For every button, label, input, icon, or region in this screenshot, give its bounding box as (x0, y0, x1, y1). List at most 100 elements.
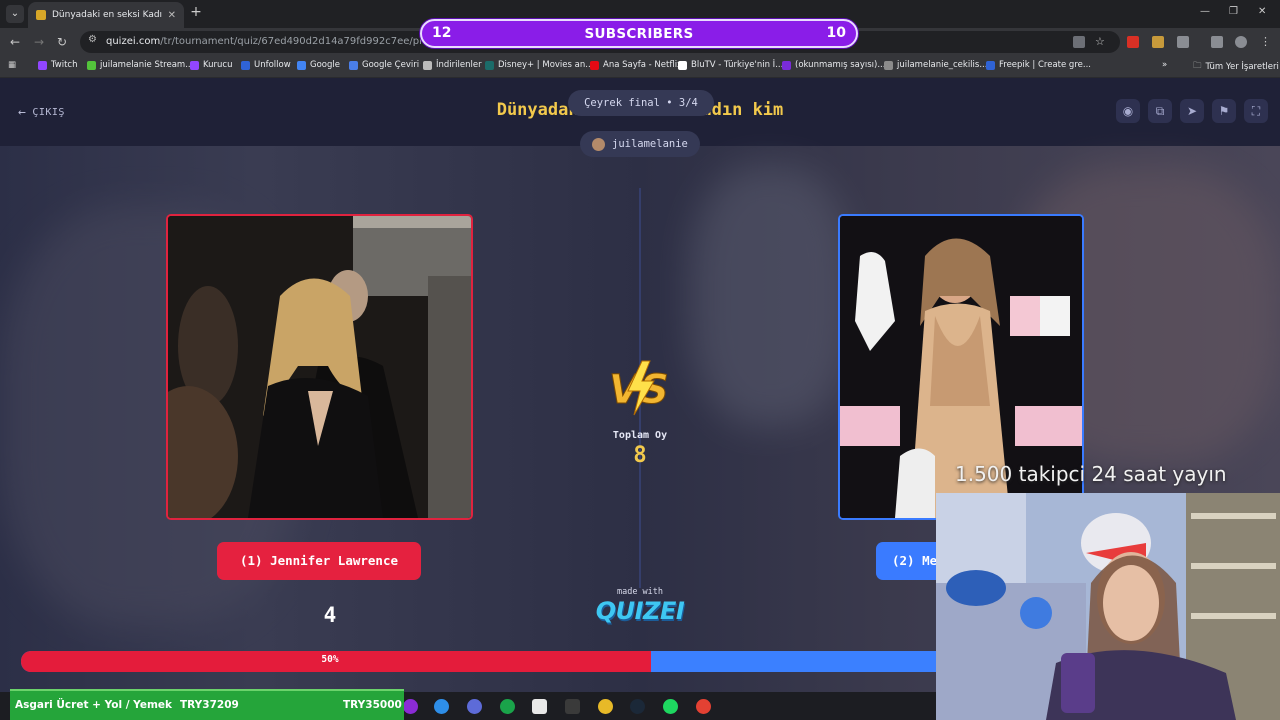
browser-menu-icon[interactable]: ⋮ (1260, 36, 1272, 48)
bookmark-item[interactable]: juilamelanie_cekilis... (884, 60, 987, 70)
back-icon[interactable]: ← (10, 35, 20, 49)
chrome-icon[interactable] (598, 699, 613, 714)
extension-download-icon[interactable] (1127, 36, 1139, 48)
fullscreen-icon[interactable]: ⛶ (1244, 99, 1268, 123)
candidate-1-votes: 4 (323, 603, 337, 627)
eye-icon[interactable]: ◉ (1116, 99, 1140, 123)
follower-goal-text: 1.500 takipci 24 saat yayın (955, 462, 1227, 486)
bookmark-item[interactable]: Freepik | Create gre... (986, 60, 1091, 70)
downloads-icon[interactable] (1211, 36, 1223, 48)
salary-ticker: Asgari Ücret + Yol / Yemek TRY37209 TRY3… (10, 689, 404, 720)
background-blur (690, 166, 850, 426)
bookmark-item[interactable]: İndirilenler (423, 60, 482, 70)
made-with-label: made with (616, 587, 664, 597)
send-icon[interactable]: ➤ (1180, 99, 1204, 123)
spotify-icon[interactable] (663, 699, 678, 714)
quizei-favicon-icon (36, 10, 46, 20)
bookmark-label: İndirilenler (436, 60, 482, 70)
extensions-puzzle-icon[interactable] (1177, 36, 1189, 48)
subscribers-target: 10 (826, 25, 846, 41)
minimize-icon[interactable]: — (1200, 6, 1210, 17)
profile-icon[interactable] (1235, 36, 1247, 48)
restore-icon[interactable]: ❐ (1229, 6, 1238, 17)
bookmark-favicon-icon (38, 60, 47, 70)
ticker-value-1: TRY37209 (180, 699, 239, 711)
bookmarks-bar: ▦ » 🗀 Tüm Yer İşaretleri Twitch juilamela… (0, 56, 1280, 78)
taskbar-app-icon[interactable] (403, 699, 418, 714)
bookmark-item[interactable]: BluTV - Türkiye'nin İ... (678, 60, 783, 70)
copy-icon[interactable]: ⧉ (1148, 99, 1172, 123)
bookmarks-overflow-icon[interactable]: » (1162, 60, 1167, 70)
bookmark-label: juilamelanie Stream... (100, 60, 194, 70)
bookmark-label: juilamelanie_cekilis... (897, 60, 988, 70)
total-votes-value: 8 (633, 443, 647, 468)
bookmark-item[interactable]: Disney+ | Movies an... (485, 60, 593, 70)
apps-grid-icon[interactable]: ▦ (8, 60, 16, 70)
new-tab-icon[interactable]: + (188, 4, 204, 20)
bookmark-label: Twitch (51, 60, 78, 70)
chrome-icon[interactable] (696, 699, 711, 714)
candidate-1-photo (168, 216, 471, 518)
bookmark-favicon-icon (590, 60, 599, 70)
round-indicator: Çeyrek final • 3/4 (568, 90, 714, 116)
bookmark-item[interactable]: Google (297, 60, 340, 70)
bookmark-label: (okunmamış sayısı)... (795, 60, 886, 70)
ticker-value-2: TRY35000 (343, 699, 402, 711)
streamer-name: juilamelanie (612, 138, 688, 150)
url-host: quizei.com (106, 36, 161, 47)
bookmark-favicon-icon (190, 60, 199, 70)
close-window-icon[interactable]: ✕ (1258, 6, 1266, 17)
bookmark-star-icon[interactable]: ☆ (1095, 36, 1107, 48)
xbox-icon[interactable] (500, 699, 515, 714)
candidate-1-percent: 50% (321, 654, 339, 665)
bookmark-label: Google (310, 60, 340, 70)
extension-note-icon[interactable] (1152, 36, 1164, 48)
stream-screen: ⌄ Dünyadaki en seksi Kadın kim ✕ + — ❐ ✕… (0, 0, 1280, 720)
all-bookmarks-folder[interactable]: 🗀 Tüm Yer İşaretleri (1193, 60, 1279, 74)
bookmark-item[interactable]: Twitch (38, 60, 78, 70)
translate-icon[interactable] (1073, 36, 1085, 48)
forward-icon[interactable]: → (34, 35, 44, 49)
vs-lightning-icon: VS (609, 360, 669, 416)
tab-search-icon[interactable]: ⌄ (6, 5, 24, 23)
bookmark-item[interactable]: Google Çeviri (349, 60, 419, 70)
bookmark-item[interactable]: Ana Sayfa - Netflix (590, 60, 682, 70)
bookmark-label: Google Çeviri (362, 60, 420, 70)
bookmark-favicon-icon (884, 60, 893, 70)
taskbar-app-icon[interactable] (434, 699, 449, 714)
subscribers-goal-bar: 12 SUBSCRIBERS 10 (420, 19, 858, 48)
steam-icon[interactable] (630, 699, 645, 714)
browser-tab-active[interactable]: Dünyadaki en seksi Kadın kim ✕ (28, 2, 184, 28)
bookmark-label: BluTV - Türkiye'nin İ... (691, 60, 784, 70)
subscribers-label: SUBSCRIBERS (584, 26, 694, 42)
bookmark-favicon-icon (241, 60, 250, 70)
bookmark-label: Kurucu (203, 60, 233, 70)
bookmark-favicon-icon (986, 60, 995, 70)
bookmark-favicon-icon (423, 60, 432, 70)
bookmark-item[interactable]: (okunmamış sayısı)... (782, 60, 885, 70)
bookmark-favicon-icon (678, 60, 687, 70)
bookmark-label: Unfollow (254, 60, 291, 70)
bookmark-favicon-icon (349, 60, 358, 70)
site-info-icon[interactable]: ⚙ (88, 34, 97, 45)
candidate-1-image[interactable] (166, 214, 473, 520)
taskbar-app-icon[interactable] (565, 699, 580, 714)
bookmark-favicon-icon (87, 60, 96, 70)
bookmark-item[interactable]: juilamelanie Stream... (87, 60, 193, 70)
capcut-icon[interactable] (532, 699, 547, 714)
quizei-logo[interactable]: QUIZEI (590, 597, 690, 625)
ticker-label: Asgari Ücret + Yol / Yemek (15, 699, 172, 711)
reload-icon[interactable]: ↻ (57, 35, 67, 49)
tab-close-icon[interactable]: ✕ (168, 10, 176, 21)
bookmark-label: Freepik | Create gre... (999, 60, 1091, 70)
bookmark-item[interactable]: Kurucu (190, 60, 232, 70)
taskbar-app-icon[interactable] (467, 699, 482, 714)
bookmark-label: Disney+ | Movies an... (498, 60, 594, 70)
all-bookmarks-label: Tüm Yer İşaretleri (1205, 62, 1279, 72)
bookmark-favicon-icon (485, 60, 494, 70)
streamer-badge: juilamelanie (580, 131, 700, 157)
flag-icon[interactable]: ⚑ (1212, 99, 1236, 123)
vote-button-candidate-1[interactable]: (1) Jennifer Lawrence (217, 542, 421, 580)
bookmark-item[interactable]: Unfollow (241, 60, 291, 70)
bookmark-favicon-icon (297, 60, 306, 70)
